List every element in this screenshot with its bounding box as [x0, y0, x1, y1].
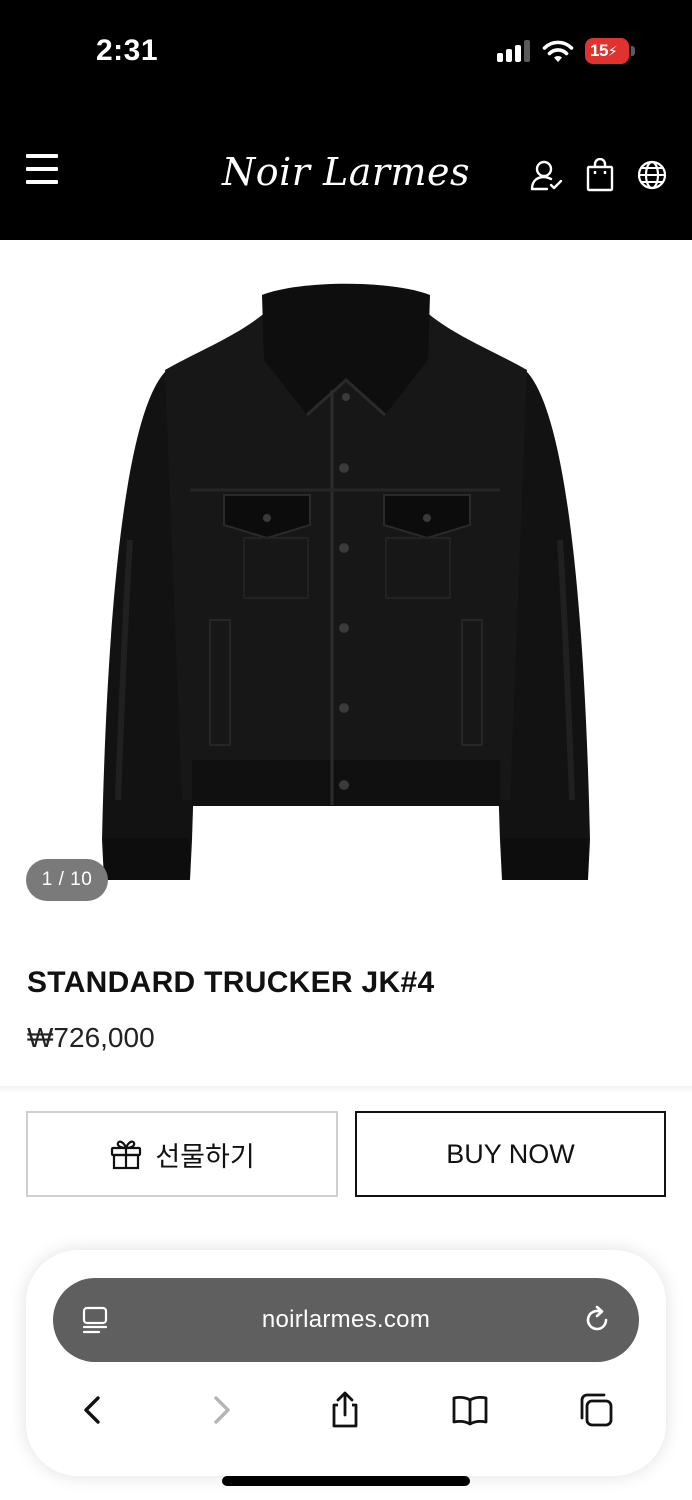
browser-toolbar: noirlarmes.com	[26, 1250, 666, 1476]
gift-icon	[111, 1140, 142, 1170]
tabs-icon[interactable]	[576, 1390, 616, 1430]
menu-icon[interactable]	[26, 154, 58, 184]
image-counter: 1 / 10	[26, 859, 108, 901]
globe-icon[interactable]	[635, 158, 669, 192]
battery-level: 15	[590, 41, 608, 60]
wifi-icon	[542, 40, 574, 62]
gift-button[interactable]: 선물하기	[26, 1111, 338, 1197]
brand-logo[interactable]: Noir Larmes	[196, 150, 496, 194]
divider	[0, 1086, 692, 1094]
forward-icon[interactable]	[201, 1390, 241, 1430]
url-text: noirlarmes.com	[261, 1306, 431, 1333]
leather-jacket-image	[102, 283, 590, 880]
share-icon[interactable]	[325, 1390, 365, 1430]
product-title: STANDARD TRUCKER JK#4	[27, 966, 435, 999]
status-bar: 2:31 15⚡	[0, 0, 692, 112]
shopping-bag-icon[interactable]	[584, 158, 618, 192]
status-time: 2:31	[96, 34, 159, 67]
user-icon[interactable]	[529, 158, 563, 192]
product-price: ₩726,000	[27, 1022, 155, 1053]
reload-icon[interactable]	[581, 1304, 613, 1336]
gift-button-label: 선물하기	[155, 1141, 255, 1172]
site-header: Noir Larmes	[0, 112, 692, 240]
back-icon[interactable]	[73, 1390, 113, 1430]
product-gallery[interactable]: 1 / 10	[0, 240, 692, 930]
buy-now-button[interactable]: BUY NOW	[355, 1111, 666, 1197]
battery-icon: 15⚡	[585, 38, 635, 64]
cellular-signal-icon	[497, 40, 531, 62]
buy-now-label: BUY NOW	[446, 1138, 575, 1169]
bookmarks-icon[interactable]	[450, 1390, 490, 1430]
home-indicator[interactable]	[222, 1476, 470, 1486]
address-bar[interactable]: noirlarmes.com	[53, 1278, 639, 1362]
